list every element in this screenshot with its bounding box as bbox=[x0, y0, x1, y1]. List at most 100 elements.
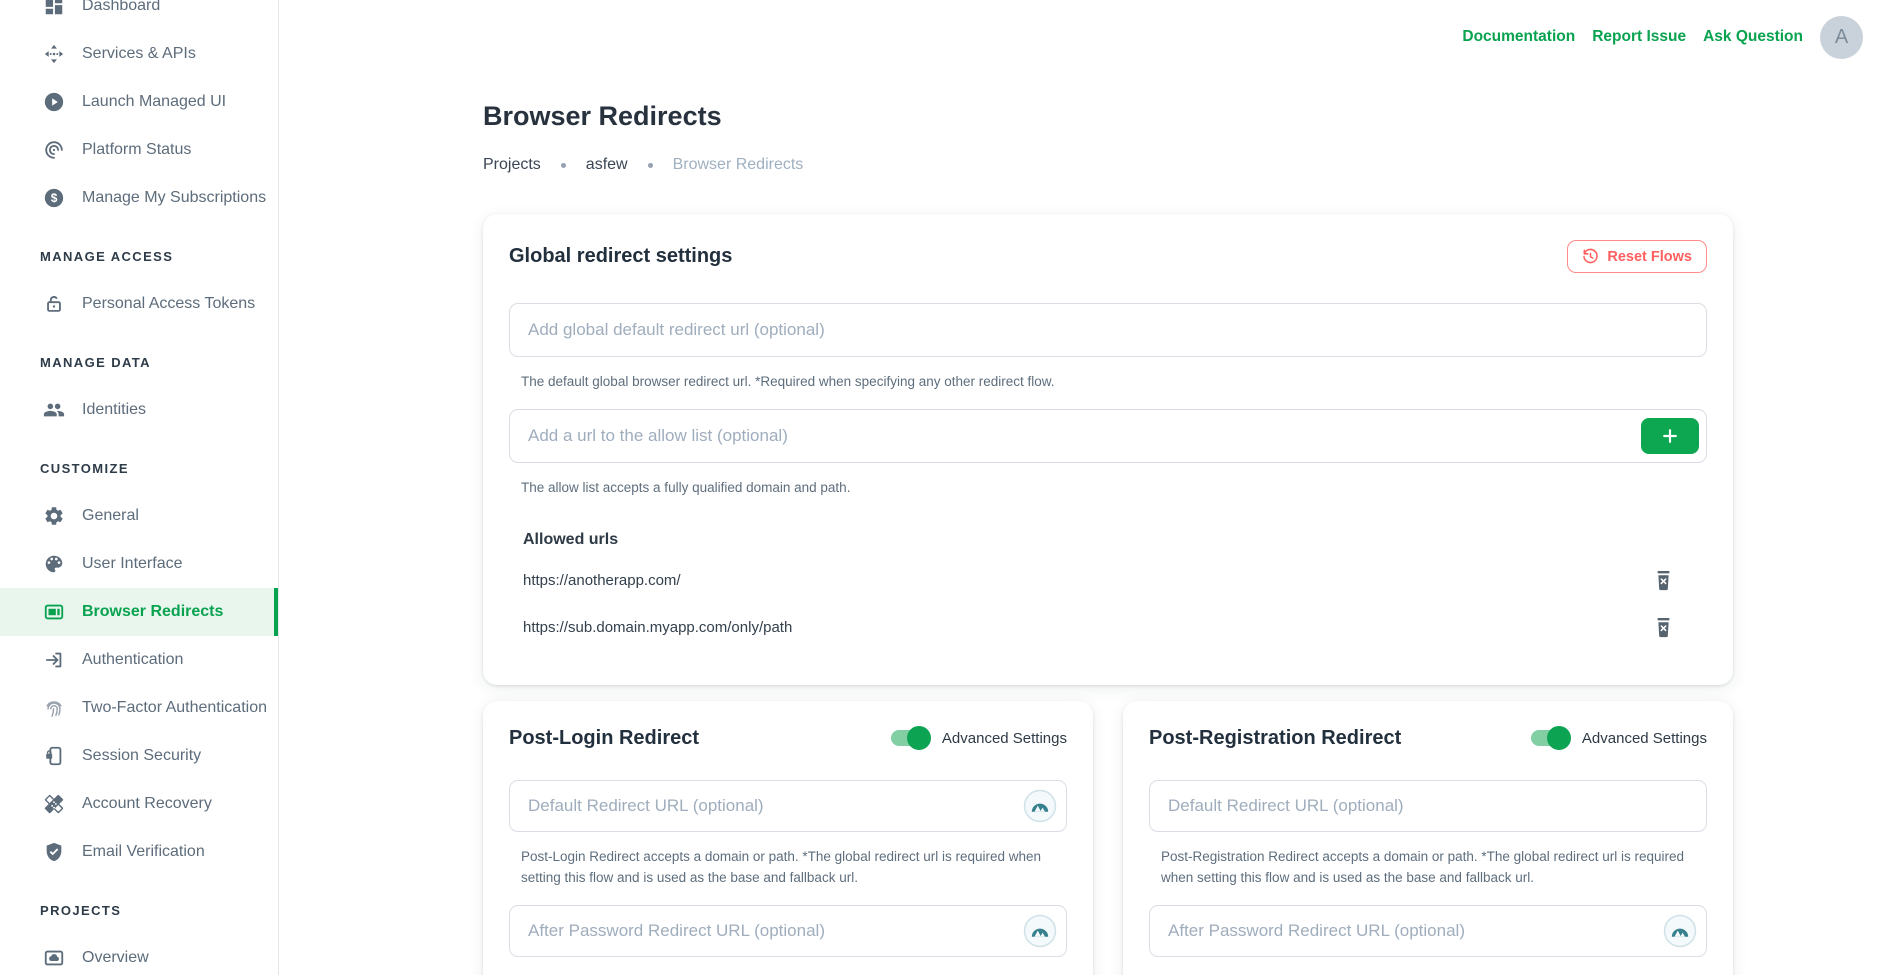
sidebar-item-dashboard[interactable]: Dashboard bbox=[0, 0, 278, 30]
main-area: Documentation Report Issue Ask Question … bbox=[279, 0, 1904, 975]
ask-question-link[interactable]: Ask Question bbox=[1703, 28, 1803, 46]
allowed-url: https://sub.domain.myapp.com/only/path bbox=[523, 619, 792, 636]
sidebar-item-label: Services & APIs bbox=[82, 45, 196, 63]
sidebar-item-manage-subscriptions[interactable]: $ Manage My Subscriptions bbox=[0, 174, 278, 222]
breadcrumb-separator-dot bbox=[561, 163, 566, 168]
report-issue-link[interactable]: Report Issue bbox=[1592, 28, 1686, 46]
post-registration-after-password-input[interactable] bbox=[1149, 905, 1707, 957]
sidebar-item-label: Dashboard bbox=[82, 0, 160, 15]
mountain-circle-icon bbox=[1023, 789, 1057, 828]
global-default-redirect-help: The default global browser redirect url.… bbox=[521, 371, 1707, 393]
plus-icon bbox=[1660, 426, 1680, 446]
post-login-after-password-field bbox=[509, 905, 1067, 957]
bandage-icon bbox=[42, 792, 66, 816]
post-login-advanced-settings: Advanced Settings bbox=[891, 730, 1067, 747]
sidebar-item-label: Overview bbox=[82, 949, 149, 967]
sidebar-item-label: User Interface bbox=[82, 555, 182, 573]
sidebar-item-label: General bbox=[82, 507, 139, 525]
delete-url-button[interactable] bbox=[1654, 569, 1673, 591]
device-lock-icon bbox=[42, 744, 66, 768]
overview-icon bbox=[42, 946, 66, 970]
global-default-redirect-input[interactable] bbox=[509, 303, 1707, 357]
lock-icon bbox=[42, 292, 66, 316]
advanced-settings-label: Advanced Settings bbox=[942, 730, 1067, 747]
sidebar-item-user-interface[interactable]: User Interface bbox=[0, 540, 278, 588]
allowed-url: https://anotherapp.com/ bbox=[523, 572, 681, 589]
page-title: Browser Redirects bbox=[483, 100, 1733, 132]
global-settings-title: Global redirect settings bbox=[509, 245, 732, 268]
post-login-default-redirect-field bbox=[509, 780, 1067, 832]
post-registration-title: Post-Registration Redirect bbox=[1149, 727, 1401, 750]
sidebar-item-general[interactable]: General bbox=[0, 492, 278, 540]
sidebar-nav: Dashboard Services & APIs Launch Managed… bbox=[0, 0, 278, 975]
sidebar-item-label: Two-Factor Authentication bbox=[82, 699, 267, 717]
breadcrumb-current: Browser Redirects bbox=[673, 156, 804, 174]
sidebar-item-authentication[interactable]: Authentication bbox=[0, 636, 278, 684]
post-registration-after-password-help: After Password accepts a domain or path.… bbox=[1161, 971, 1707, 975]
people-icon bbox=[42, 398, 66, 422]
global-redirect-settings-card: Global redirect settings Reset Flows The… bbox=[483, 214, 1733, 684]
sidebar-item-platform-status[interactable]: Platform Status bbox=[0, 126, 278, 174]
sidebar-item-label: Browser Redirects bbox=[82, 603, 223, 621]
post-login-after-password-input[interactable] bbox=[509, 905, 1067, 957]
sidebar-item-launch-managed-ui[interactable]: Launch Managed UI bbox=[0, 78, 278, 126]
breadcrumb-projects[interactable]: Projects bbox=[483, 156, 541, 174]
sidebar-item-label: Identities bbox=[82, 401, 146, 419]
services-apis-icon bbox=[42, 42, 66, 66]
advanced-settings-label: Advanced Settings bbox=[1582, 730, 1707, 747]
play-circle-icon bbox=[42, 90, 66, 114]
sidebar-item-session-security[interactable]: Session Security bbox=[0, 732, 278, 780]
post-registration-after-password-field bbox=[1149, 905, 1707, 957]
delete-url-button[interactable] bbox=[1654, 616, 1673, 638]
sidebar-item-services-apis[interactable]: Services & APIs bbox=[0, 30, 278, 78]
trash-x-icon bbox=[1654, 569, 1673, 591]
post-login-default-redirect-input[interactable] bbox=[509, 780, 1067, 832]
gear-icon bbox=[42, 504, 66, 528]
browser-redirects-icon bbox=[42, 600, 66, 624]
palette-icon bbox=[42, 552, 66, 576]
sidebar-section-customize: CUSTOMIZE bbox=[0, 444, 278, 492]
dollar-circle-icon: $ bbox=[42, 186, 66, 210]
sidebar-item-account-recovery[interactable]: Account Recovery bbox=[0, 780, 278, 828]
sidebar-item-label: Session Security bbox=[82, 747, 201, 765]
trash-x-icon bbox=[1654, 616, 1673, 638]
breadcrumb-separator-dot bbox=[648, 163, 653, 168]
mountain-circle-icon bbox=[1663, 914, 1697, 953]
advanced-settings-toggle[interactable] bbox=[891, 730, 929, 746]
post-login-default-redirect-help: Post-Login Redirect accepts a domain or … bbox=[521, 846, 1067, 889]
avatar[interactable]: A bbox=[1820, 16, 1863, 59]
sidebar-section-manage-access: MANAGE ACCESS bbox=[0, 232, 278, 280]
add-allow-url-button[interactable] bbox=[1641, 418, 1699, 454]
fingerprint-icon bbox=[42, 696, 66, 720]
login-arrow-icon bbox=[42, 648, 66, 672]
advanced-settings-toggle[interactable] bbox=[1531, 730, 1569, 746]
post-registration-default-redirect-help: Post-Registration Redirect accepts a dom… bbox=[1161, 846, 1707, 889]
allowed-url-row: https://sub.domain.myapp.com/only/path bbox=[523, 612, 1707, 643]
sidebar-item-personal-access-tokens[interactable]: Personal Access Tokens bbox=[0, 280, 278, 328]
post-login-title: Post-Login Redirect bbox=[509, 727, 699, 750]
sidebar-item-browser-redirects[interactable]: Browser Redirects bbox=[0, 588, 278, 636]
allow-list-field bbox=[509, 409, 1707, 463]
post-registration-advanced-settings: Advanced Settings bbox=[1531, 730, 1707, 747]
reset-flows-label: Reset Flows bbox=[1607, 249, 1692, 265]
post-registration-default-redirect-input[interactable] bbox=[1149, 780, 1707, 832]
allowed-urls-title: Allowed urls bbox=[523, 531, 1707, 549]
sidebar-item-label: Account Recovery bbox=[82, 795, 212, 813]
sidebar-item-label: Launch Managed UI bbox=[82, 93, 226, 111]
sidebar-item-identities[interactable]: Identities bbox=[0, 386, 278, 434]
post-registration-default-redirect-field bbox=[1149, 780, 1707, 832]
breadcrumb-project-name[interactable]: asfew bbox=[586, 156, 628, 174]
allow-list-input[interactable] bbox=[509, 409, 1707, 463]
documentation-link[interactable]: Documentation bbox=[1462, 28, 1575, 46]
topbar: Documentation Report Issue Ask Question … bbox=[279, 0, 1904, 74]
sidebar-item-overview[interactable]: Overview bbox=[0, 934, 278, 975]
post-registration-redirect-card: Post-Registration Redirect Advanced Sett… bbox=[1123, 701, 1733, 975]
svg-text:$: $ bbox=[51, 191, 58, 205]
global-default-redirect-field bbox=[509, 303, 1707, 357]
reset-flows-button[interactable]: Reset Flows bbox=[1567, 240, 1707, 273]
sidebar-item-two-factor-authentication[interactable]: Two-Factor Authentication bbox=[0, 684, 278, 732]
sidebar-item-email-verification[interactable]: Email Verification bbox=[0, 828, 278, 876]
sidebar-section-projects: PROJECTS bbox=[0, 886, 278, 934]
sidebar-section-manage-data: MANAGE DATA bbox=[0, 338, 278, 386]
sidebar-item-label: Email Verification bbox=[82, 843, 205, 861]
